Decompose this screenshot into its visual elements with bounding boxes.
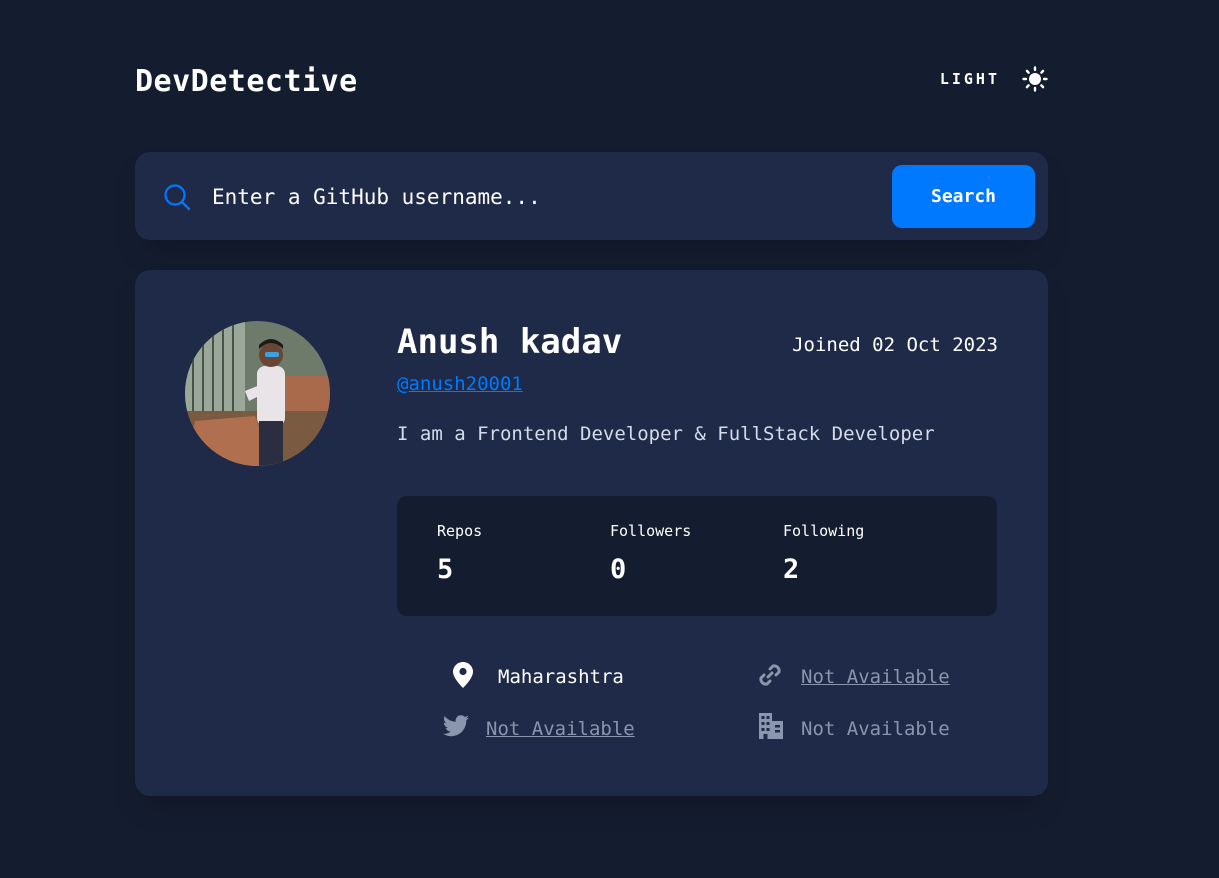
stat-value: 0 [610,554,627,585]
stat-value: 5 [437,554,454,585]
avatar [185,321,330,466]
stat-followers: Followers 0 [610,522,691,585]
header: DevDetective LIGHT [135,60,1048,108]
search-button[interactable]: Search [892,165,1035,228]
search-icon [164,184,191,211]
profile-name: Anush kadav [397,322,623,362]
twitter-icon [443,715,469,737]
stats-panel: Repos 5 Followers 0 Following 2 [397,496,997,616]
location-text: Maharashtra [498,666,624,688]
stat-label: Followers [610,522,692,540]
stat-value: 2 [783,554,800,585]
stat-repos: Repos 5 [437,522,482,585]
sun-icon [1022,66,1048,92]
location-pin-icon [453,662,473,688]
theme-toggle[interactable]: LIGHT [940,66,1048,92]
profile-card: Anush kadav Joined 02 Oct 2023 @anush200… [135,270,1048,796]
stat-label: Repos [437,522,483,540]
profile-handle-link[interactable]: @anush20001 [397,373,523,395]
website-link[interactable]: Not Available [801,666,950,688]
stat-following: Following 2 [783,522,864,585]
search-input[interactable] [210,176,874,218]
company-text: Not Available [801,718,950,740]
twitter-link[interactable]: Not Available [486,718,635,740]
search-bar: Search [135,152,1048,240]
profile-bio: I am a Frontend Developer & FullStack De… [397,423,935,445]
joined-date: Joined 02 Oct 2023 [792,334,998,356]
building-icon [759,713,783,739]
stat-label: Following [783,522,865,540]
link-icon [759,664,781,686]
app-logo: DevDetective [135,64,358,99]
theme-toggle-label: LIGHT [939,70,1000,88]
